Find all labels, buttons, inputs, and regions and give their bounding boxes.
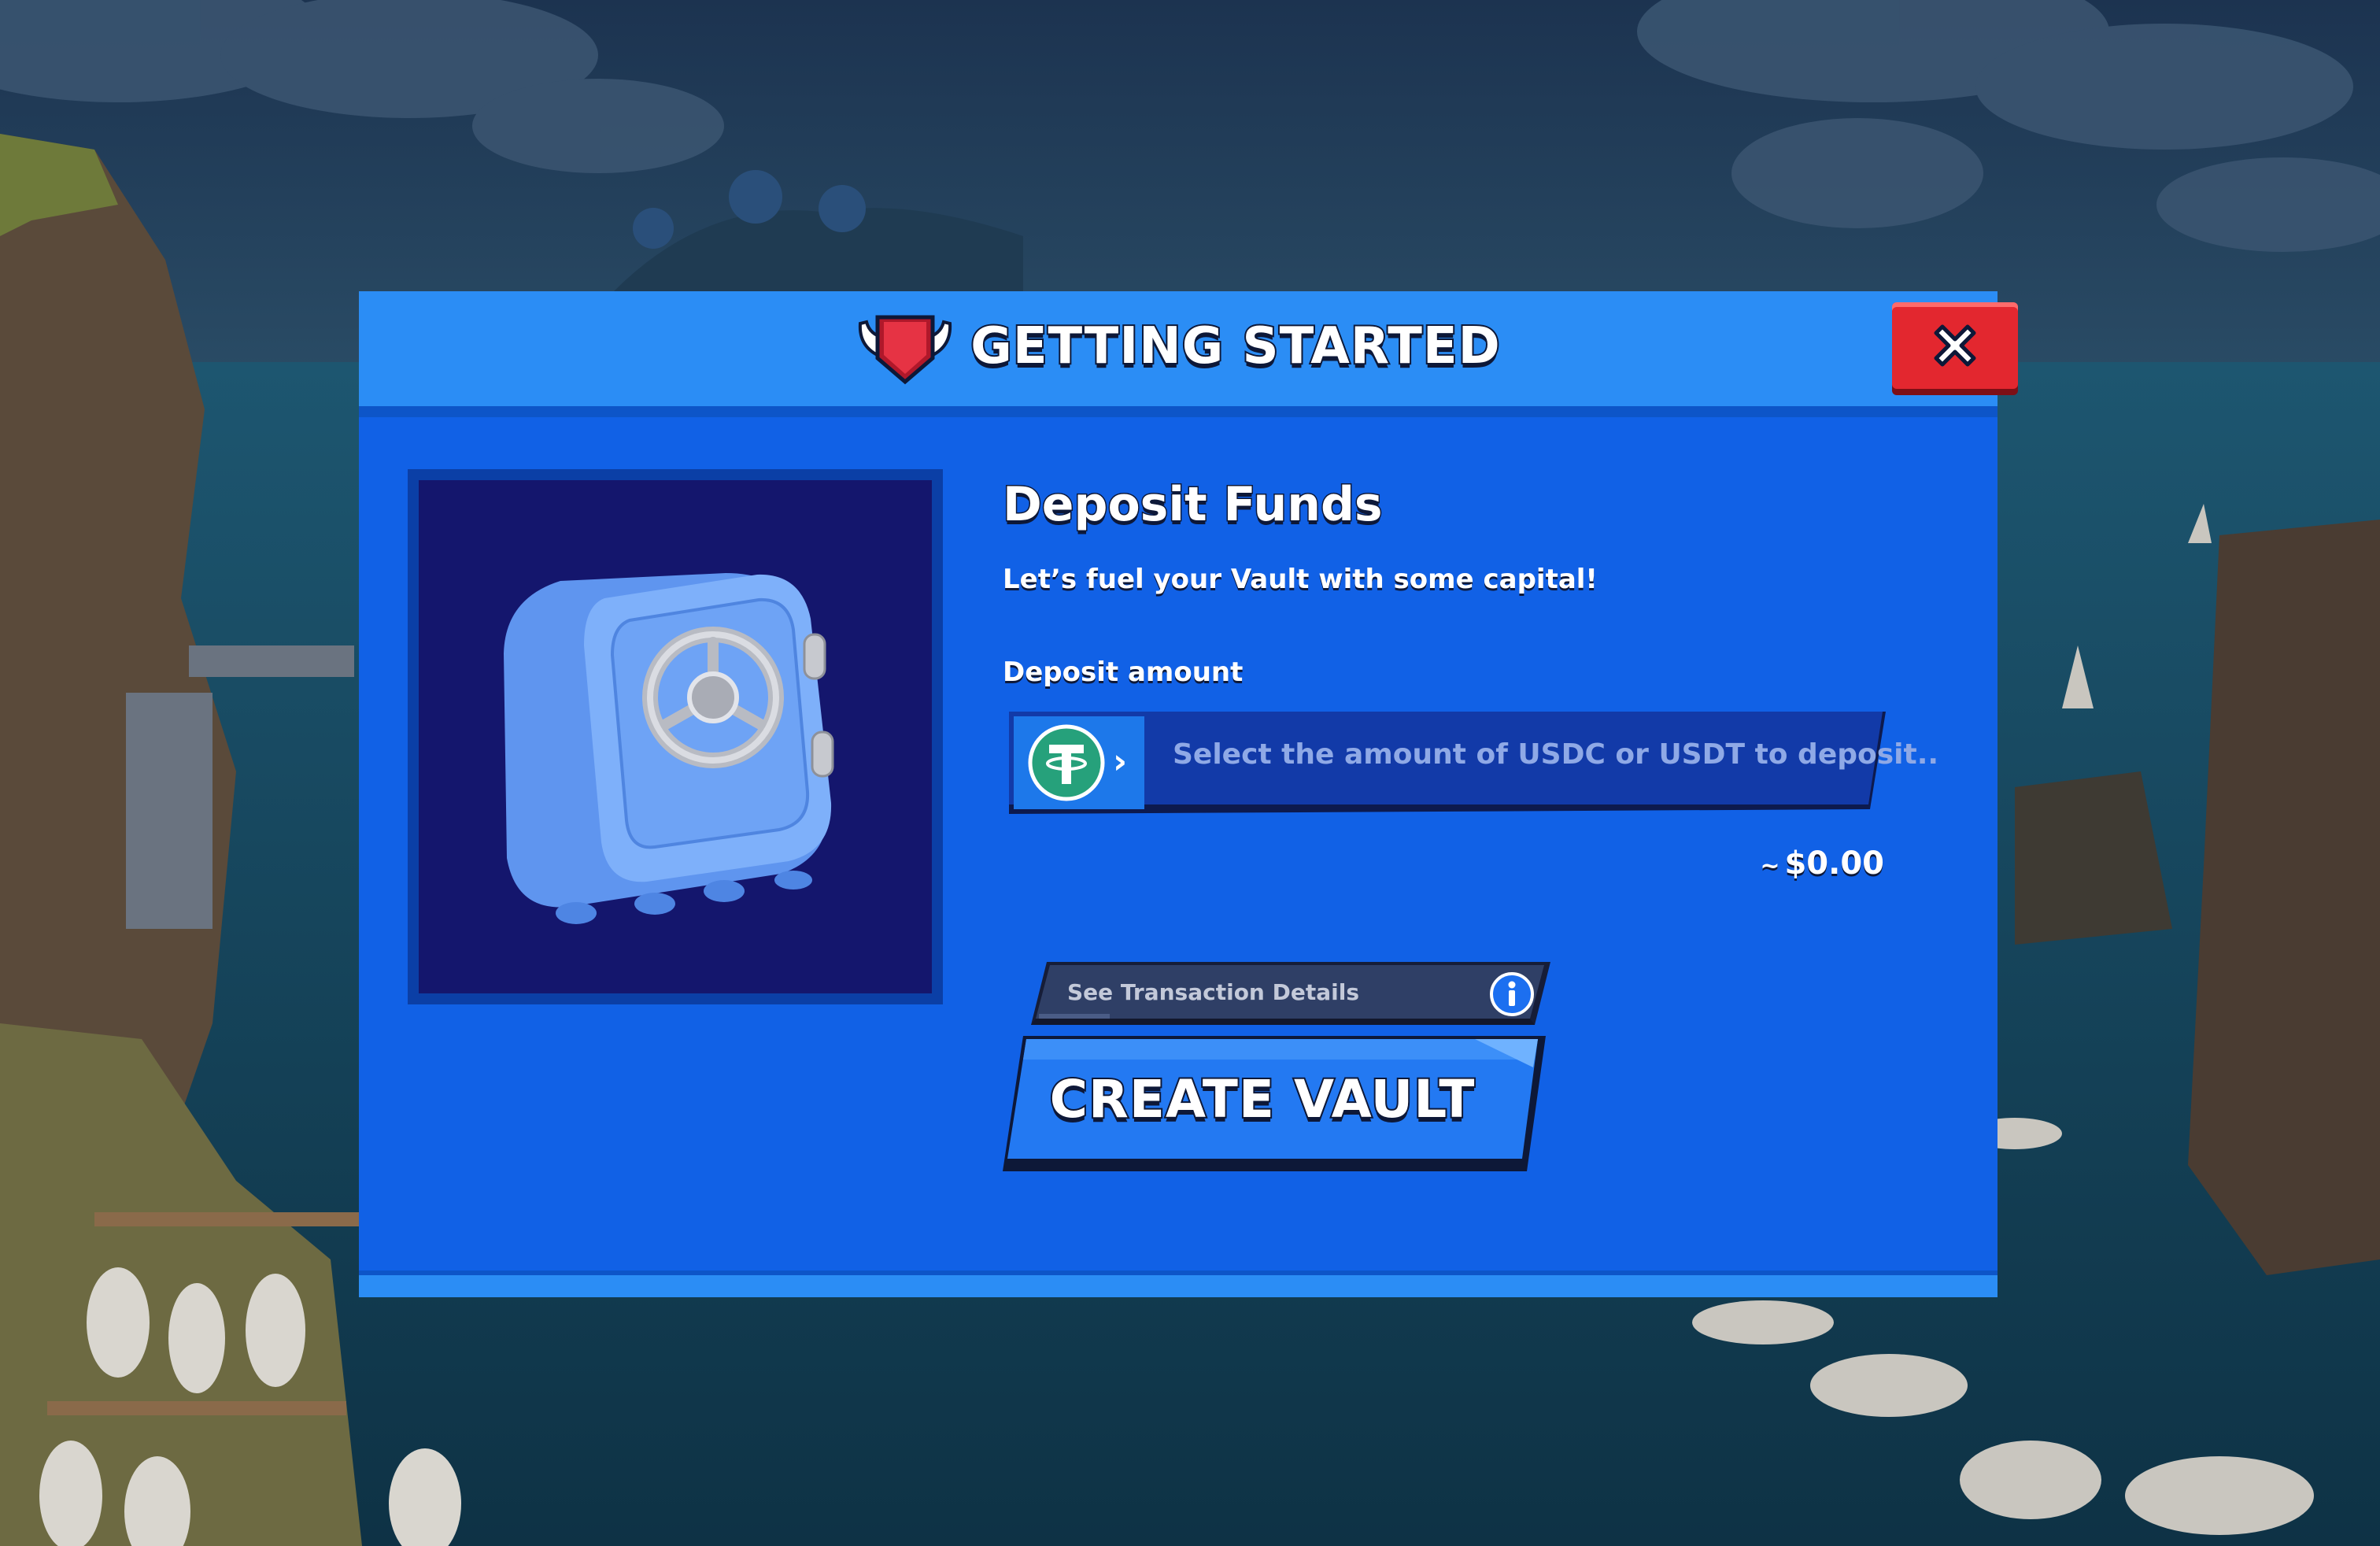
deposit-amount-label: Deposit amount bbox=[1003, 656, 1244, 688]
info-icon[interactable] bbox=[1489, 971, 1535, 1017]
token-selector[interactable]: › bbox=[1014, 716, 1144, 809]
deposit-title: Deposit Funds bbox=[1002, 476, 1384, 534]
chevron-right-icon: › bbox=[1113, 742, 1128, 782]
modal-title: GETTING STARTED bbox=[969, 316, 1501, 377]
transaction-details-label: See Transaction Details bbox=[1067, 979, 1359, 1005]
header-divider bbox=[359, 406, 1998, 417]
illustration-panel bbox=[419, 480, 932, 993]
usd-value: ~ $0.00 bbox=[1760, 845, 1884, 882]
usd-amount: $0.00 bbox=[1784, 845, 1884, 882]
see-transaction-details[interactable]: See Transaction Details bbox=[1031, 962, 1566, 1025]
deposit-placeholder: Select the amount of USDC or USDT to dep… bbox=[1173, 738, 1939, 771]
deposit-amount-input[interactable]: › Select the amount of USDC or USDT to d… bbox=[1009, 712, 1938, 814]
create-vault-label: CREATE VAULT bbox=[1048, 1067, 1476, 1131]
modal-footer bbox=[359, 1275, 1998, 1297]
usd-tilde: ~ bbox=[1760, 853, 1780, 880]
tether-usdt-icon bbox=[1028, 724, 1105, 801]
close-x-icon bbox=[1934, 324, 1976, 367]
getting-started-modal: GETTING STARTED Deposit Funds Let’s fuel… bbox=[359, 291, 2018, 1297]
deposit-subtitle: Let’s fuel your Vault with some capital! bbox=[1003, 564, 1598, 595]
close-button[interactable] bbox=[1892, 302, 2018, 389]
winged-shield-icon bbox=[859, 315, 952, 385]
vault-safe-icon bbox=[504, 573, 834, 924]
create-vault-button[interactable]: CREATE VAULT bbox=[1003, 1036, 1546, 1174]
modal-title-bar: GETTING STARTED bbox=[359, 291, 1998, 406]
illustration-frame bbox=[408, 469, 943, 1004]
